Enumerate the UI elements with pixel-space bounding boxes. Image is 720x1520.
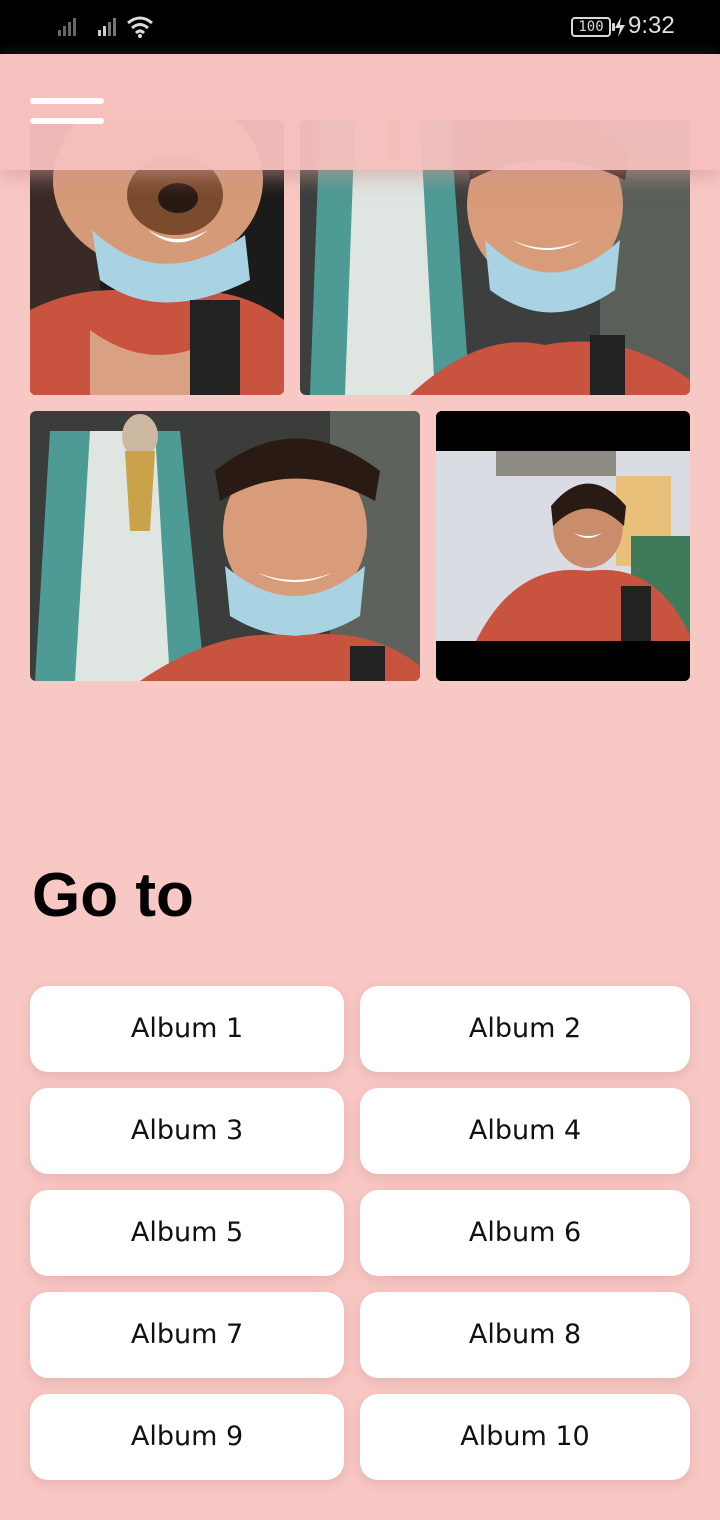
album-2-button[interactable]: Album 2 xyxy=(360,986,690,1072)
album-10-button[interactable]: Album 10 xyxy=(360,1394,690,1480)
album-6-button[interactable]: Album 6 xyxy=(360,1190,690,1276)
album-1-button[interactable]: Album 1 xyxy=(30,986,344,1072)
album-8-button[interactable]: Album 8 xyxy=(360,1292,690,1378)
signal-icon-2 xyxy=(98,18,116,36)
clock: 9:32 xyxy=(628,12,675,39)
album-5-button[interactable]: Album 5 xyxy=(30,1190,344,1276)
hamburger-menu-icon[interactable] xyxy=(30,98,104,128)
album-4-button[interactable]: Album 4 xyxy=(360,1088,690,1174)
signal-icon xyxy=(58,18,76,36)
album-7-button[interactable]: Album 7 xyxy=(30,1292,344,1378)
goto-heading: Go to xyxy=(32,861,194,930)
charging-icon xyxy=(615,17,625,37)
wifi-icon xyxy=(127,16,153,38)
photo-selfie-indoor[interactable] xyxy=(436,411,690,681)
app-header xyxy=(0,54,720,170)
album-9-button[interactable]: Album 9 xyxy=(30,1394,344,1480)
album-3-button[interactable]: Album 3 xyxy=(30,1088,344,1174)
photo-selfie-with-statue-2[interactable] xyxy=(30,411,420,681)
battery-indicator: 100 xyxy=(571,17,615,37)
status-bar: 100 9:32 xyxy=(0,0,720,54)
